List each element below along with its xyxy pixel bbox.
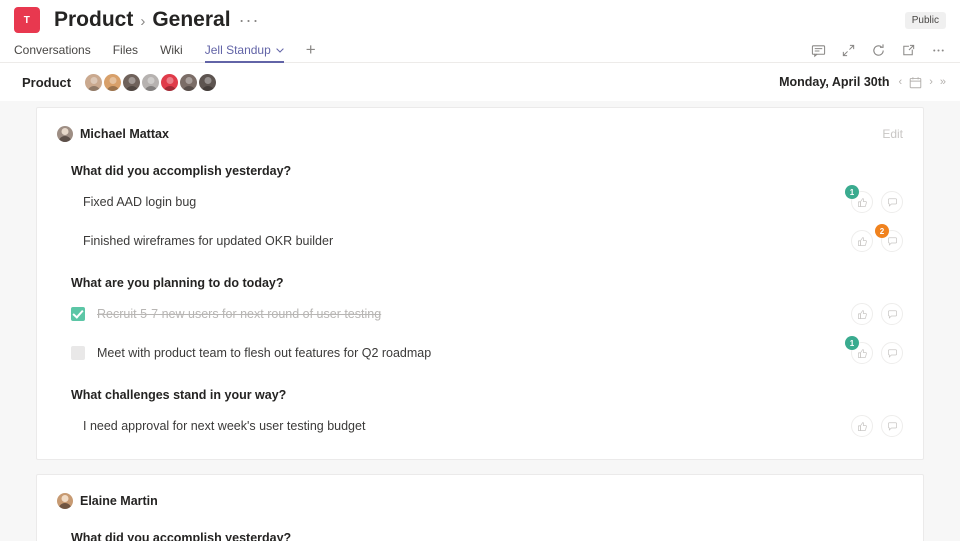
breadcrumb-separator-icon: › [140, 13, 145, 30]
next-day-button[interactable]: › [929, 76, 933, 88]
reaction-group: 1 [851, 191, 903, 213]
like-button[interactable] [851, 303, 873, 325]
current-date-label: Monday, April 30th [779, 75, 889, 89]
comment-button[interactable] [881, 415, 903, 437]
avatar[interactable] [123, 74, 140, 91]
open-in-new-icon[interactable] [901, 43, 916, 58]
team-avatar-initial: T [24, 15, 31, 26]
expand-icon[interactable] [841, 43, 856, 58]
member-avatar-list [85, 74, 218, 91]
tab-strip-actions [811, 43, 946, 62]
avatar[interactable] [85, 74, 102, 91]
comment-button[interactable] [881, 191, 903, 213]
standup-answer-text: Finished wireframes for updated OKR buil… [83, 234, 333, 248]
comment-button[interactable] [881, 342, 903, 364]
channel-tab-strip: Conversations Files Wiki Jell Standup + [0, 40, 960, 63]
comment-button[interactable] [881, 303, 903, 325]
avatar[interactable] [180, 74, 197, 91]
reaction-group: 1 [851, 342, 903, 364]
standup-author-name: Michael Mattax [80, 127, 169, 141]
standup-answer-row: Finished wireframes for updated OKR buil… [57, 226, 903, 256]
standup-group-title: Product [22, 75, 71, 90]
avatar[interactable] [104, 74, 121, 91]
standup-answer-text: Meet with product team to flesh out feat… [97, 346, 431, 360]
more-options-icon[interactable] [931, 43, 946, 58]
comment-count-badge: 2 [875, 224, 889, 238]
standup-answer-text: I need approval for next week's user tes… [83, 419, 365, 433]
standup-task-row: Meet with product team to flesh out feat… [57, 338, 903, 368]
avatar[interactable] [57, 126, 73, 142]
reaction-group [851, 303, 903, 325]
standup-question: What are you planning to do today? [71, 276, 903, 290]
task-checkbox[interactable] [71, 307, 85, 321]
standup-card-header: Michael Mattax Edit [57, 124, 903, 144]
like-button[interactable] [851, 415, 873, 437]
standup-author-name: Elaine Martin [80, 494, 158, 508]
like-button[interactable] [851, 230, 873, 252]
breadcrumb: Product › General ··· [54, 8, 260, 32]
like-count-badge: 1 [845, 185, 859, 199]
standup-answer-text: Recruit 5-7 new users for next round of … [97, 307, 381, 321]
edit-button[interactable]: Edit [882, 127, 903, 141]
reaction-group: 2 [851, 230, 903, 252]
breadcrumb-team[interactable]: Product [54, 8, 133, 32]
like-button[interactable]: 1 [851, 191, 873, 213]
chevron-down-icon[interactable] [276, 46, 284, 55]
comment-button[interactable]: 2 [881, 230, 903, 252]
breadcrumb-channel[interactable]: General [152, 8, 230, 32]
calendar-icon[interactable] [909, 76, 922, 89]
tab-files-label: Files [113, 43, 138, 57]
tab-jell-standup[interactable]: Jell Standup [205, 43, 284, 62]
standup-answer-row: Fixed AAD login bug 1 [57, 187, 903, 217]
standup-task-row: Recruit 5-7 new users for next round of … [57, 299, 903, 329]
tab-wiki[interactable]: Wiki [160, 43, 183, 62]
last-day-button[interactable]: » [940, 76, 946, 88]
standup-question: What did you accomplish yesterday? [71, 531, 903, 541]
date-nav-controls: ‹ › » [899, 76, 946, 89]
standup-answer-text: Fixed AAD login bug [83, 195, 196, 209]
standup-card-header: Elaine Martin [57, 491, 903, 511]
avatar[interactable] [161, 74, 178, 91]
tab-conversations[interactable]: Conversations [14, 43, 91, 62]
standup-question: What did you accomplish yesterday? [71, 164, 903, 178]
add-tab-button[interactable]: + [306, 40, 316, 62]
teams-app-window: T Product › General ··· Public Conversat… [0, 0, 960, 541]
standup-subheader: Product Monday, April 30th ‹ › » [0, 63, 960, 101]
avatar[interactable] [142, 74, 159, 91]
tab-files[interactable]: Files [113, 43, 138, 62]
tab-conversations-label: Conversations [14, 43, 91, 57]
standup-feed[interactable]: Michael Mattax Edit What did you accompl… [0, 101, 960, 541]
channel-header: T Product › General ··· Public [0, 0, 960, 40]
like-button[interactable]: 1 [851, 342, 873, 364]
date-navigator: Monday, April 30th ‹ › » [779, 75, 946, 89]
channel-more-options-icon[interactable]: ··· [239, 15, 260, 25]
visibility-badge: Public [905, 12, 946, 29]
team-avatar: T [14, 7, 40, 33]
standup-card: Elaine Martin What did you accomplish ye… [36, 474, 924, 541]
avatar[interactable] [57, 493, 73, 509]
tab-wiki-label: Wiki [160, 43, 183, 57]
notes-icon[interactable] [811, 43, 826, 58]
standup-question: What challenges stand in your way? [71, 388, 903, 402]
like-count-badge: 1 [845, 336, 859, 350]
avatar[interactable] [199, 74, 216, 91]
previous-day-button[interactable]: ‹ [899, 76, 903, 88]
refresh-icon[interactable] [871, 43, 886, 58]
reaction-group [851, 415, 903, 437]
standup-card: Michael Mattax Edit What did you accompl… [36, 107, 924, 460]
tab-jell-standup-label: Jell Standup [205, 43, 271, 57]
standup-answer-row: I need approval for next week's user tes… [57, 411, 903, 441]
task-checkbox[interactable] [71, 346, 85, 360]
header-right-group: Public [905, 12, 946, 29]
